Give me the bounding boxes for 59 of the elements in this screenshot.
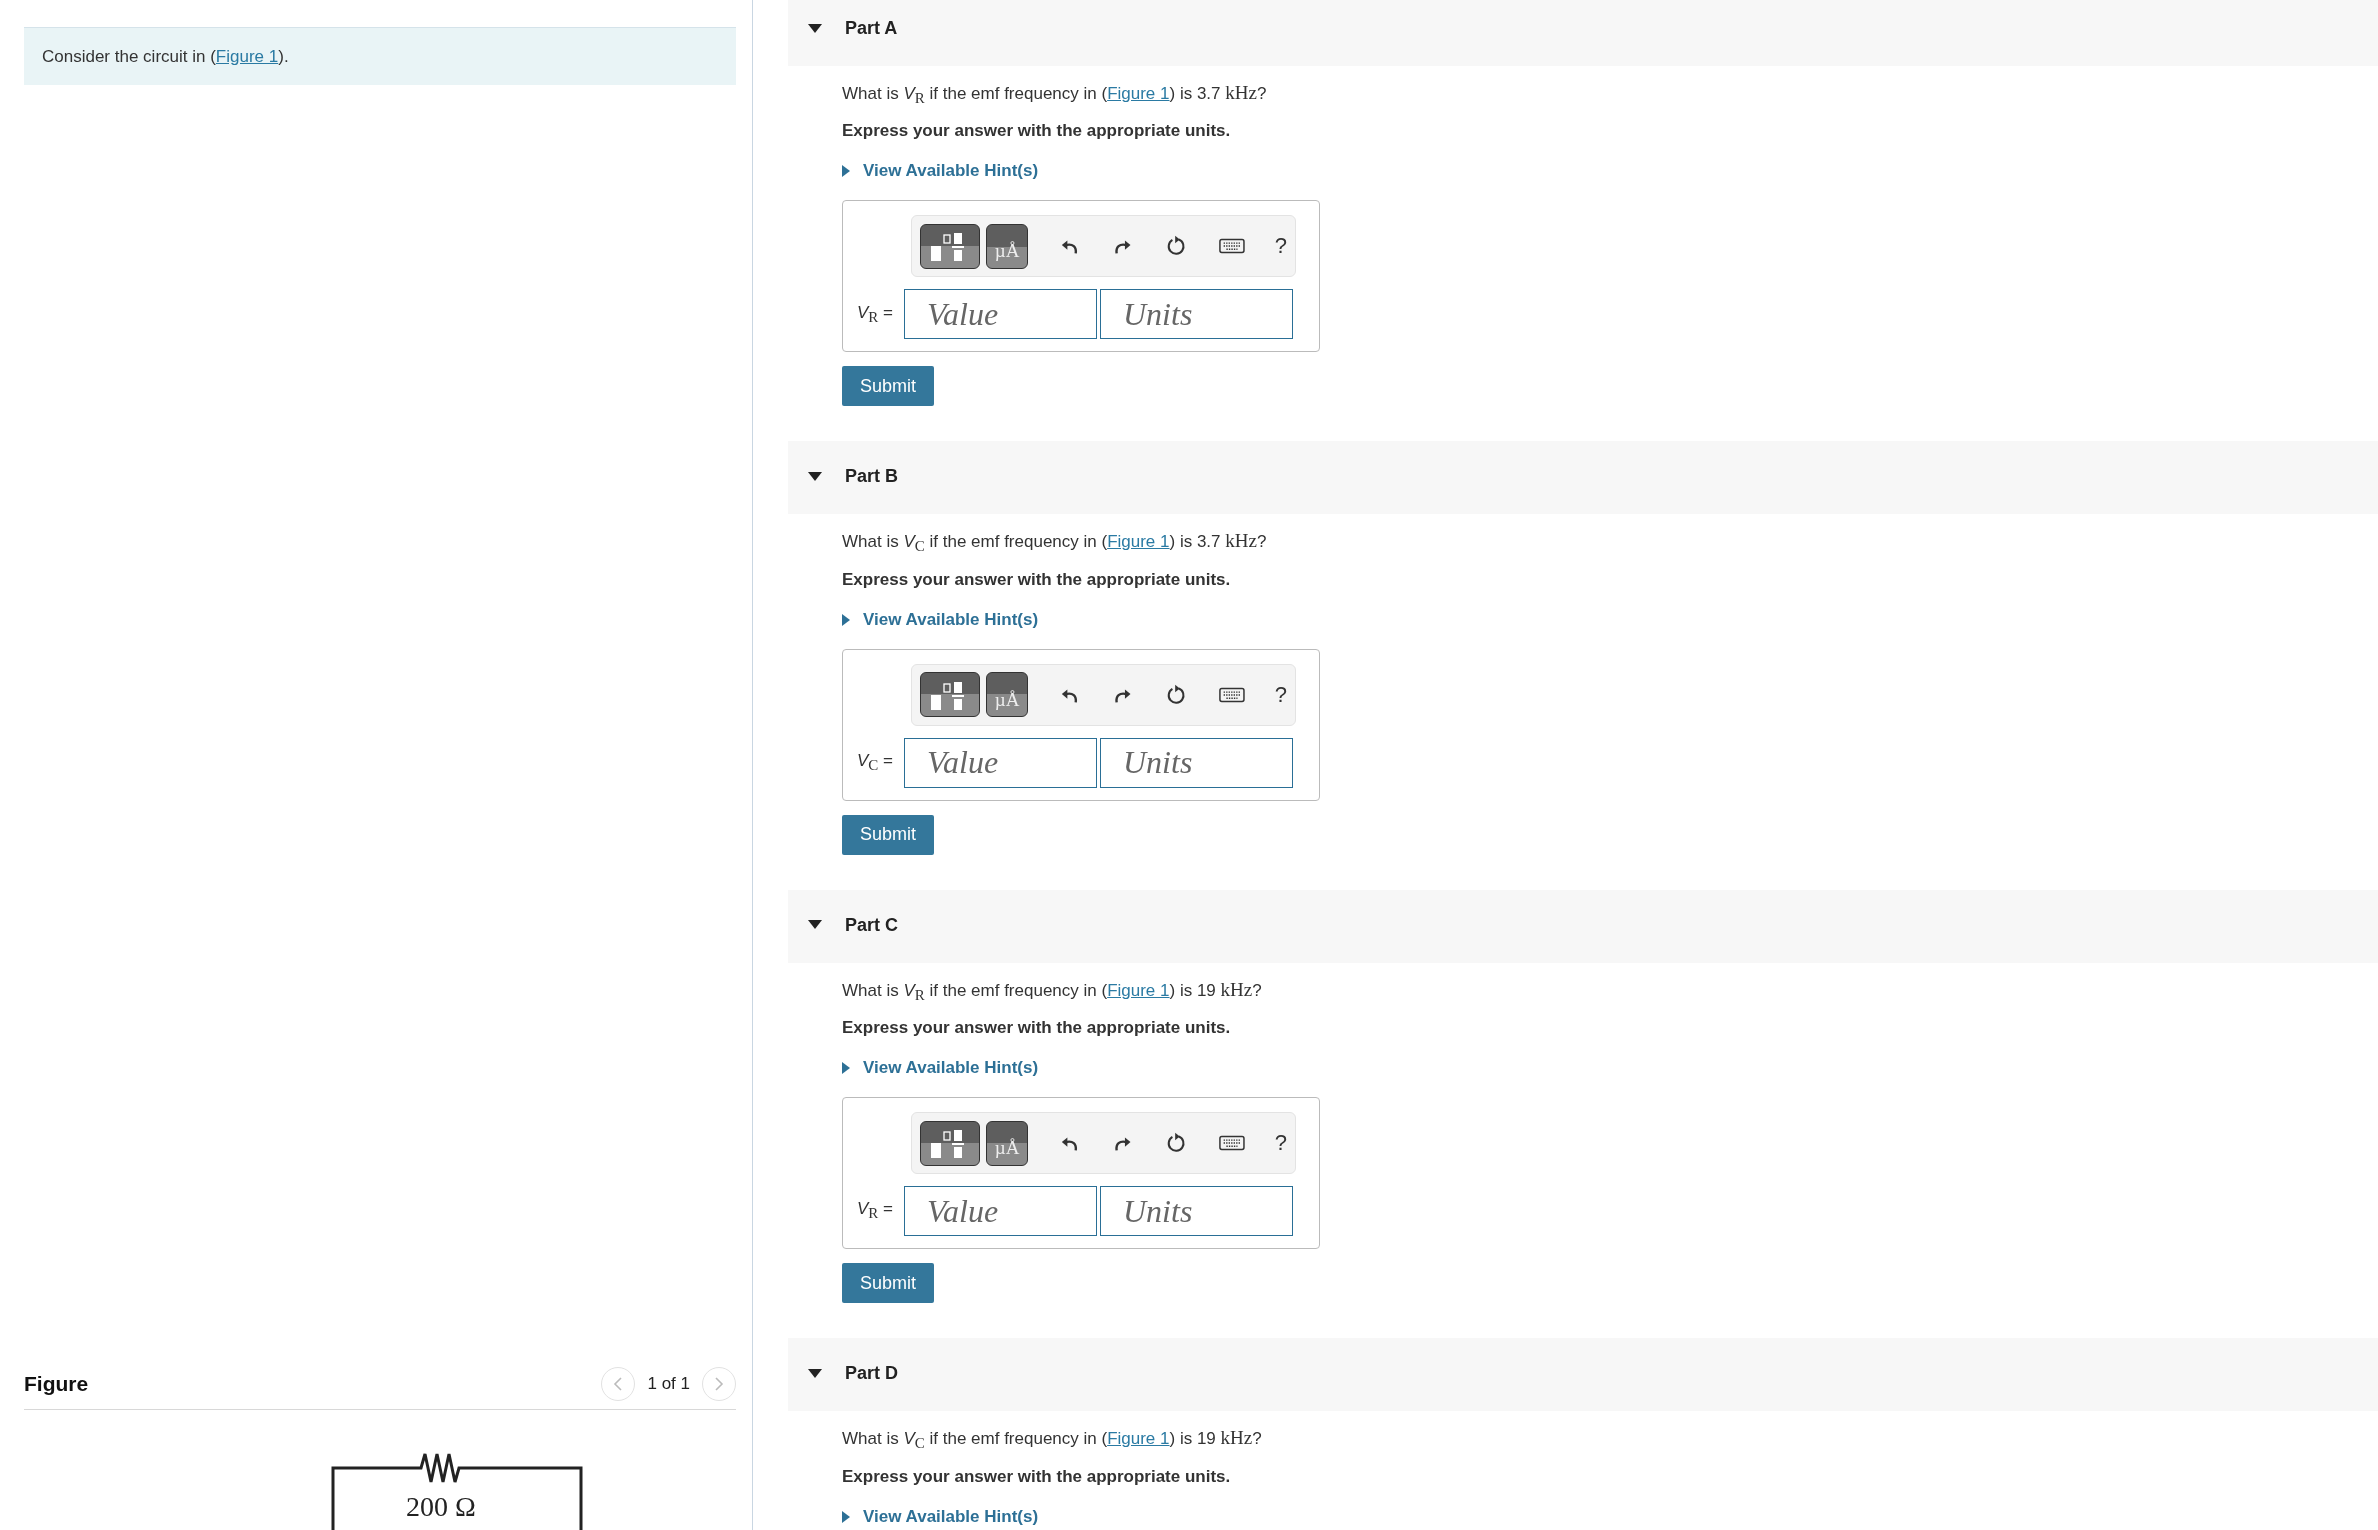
- question-text: What is V$_{R}$ if the emf frequency in (Figure 1) is 3.7 kHz?: [842, 81, 1268, 109]
- chevron-right-icon: [714, 1375, 724, 1392]
- triangle-icon: [842, 165, 850, 178]
- part-header[interactable]: Part B: [788, 441, 2378, 515]
- units-button[interactable]: µÅ: [986, 1120, 1028, 1166]
- chevron-left-icon: [613, 1375, 624, 1392]
- units-field[interactable]: Units: [1100, 1186, 1293, 1237]
- part-title: Part B: [845, 466, 898, 488]
- triangle-icon: [842, 1062, 850, 1075]
- page-counter: 1 of 1: [647, 1373, 690, 1394]
- figure-link[interactable]: Figure 1: [1107, 980, 1170, 1000]
- submit-button[interactable]: Submit: [842, 1263, 934, 1304]
- figure-link[interactable]: Figure 1: [1107, 84, 1170, 103]
- answer-label: V$_{R}$ =: [857, 1199, 894, 1223]
- templates-button[interactable]: [920, 672, 981, 718]
- part-header[interactable]: Part C: [788, 889, 2378, 963]
- help-button[interactable]: ?: [1274, 233, 1287, 260]
- figure-title: Figure: [24, 1371, 89, 1396]
- part-header[interactable]: Part A: [788, 0, 2378, 66]
- keyboard-icon[interactable]: [1218, 685, 1245, 704]
- hint-toggle[interactable]: View Available Hint(s): [842, 159, 1039, 184]
- units-field[interactable]: Units: [1100, 737, 1293, 788]
- keyboard-icon[interactable]: [1218, 237, 1245, 256]
- submit-button[interactable]: Submit: [842, 814, 934, 855]
- triangle-icon: [842, 1510, 850, 1523]
- part-title: Part A: [845, 18, 898, 39]
- figure-link[interactable]: Figure 1: [1107, 1429, 1170, 1449]
- units-button[interactable]: µÅ: [986, 672, 1028, 718]
- answer-label: V$_{C}$ =: [857, 751, 894, 775]
- submit-button[interactable]: Submit: [842, 366, 934, 407]
- hint-toggle[interactable]: View Available Hint(s): [842, 1056, 1039, 1081]
- instruction-text: Express your answer with the appropriate units.: [842, 120, 1232, 143]
- keyboard-icon[interactable]: [1218, 1134, 1245, 1153]
- instruction-text: Express your answer with the appropriate units.: [842, 1465, 1232, 1488]
- instruction-text: Express your answer with the appropriate units.: [842, 1017, 1232, 1040]
- value-field[interactable]: Value: [904, 737, 1097, 788]
- resistor-label: 200 Ω: [406, 1491, 476, 1522]
- value-field[interactable]: Value: [904, 1186, 1097, 1237]
- part-title: Part C: [845, 914, 898, 936]
- hint-toggle[interactable]: View Available Hint(s): [842, 1504, 1039, 1529]
- help-button[interactable]: ?: [1274, 1130, 1287, 1157]
- intro-text: Consider the circuit in (Figure 1).: [42, 46, 289, 67]
- figure-link[interactable]: Figure 1: [1107, 532, 1170, 552]
- question-text: What is V$_{R}$ if the emf frequency in (Figure 1) is 19 kHz?: [842, 977, 1263, 1006]
- part-title: Part D: [845, 1363, 898, 1385]
- templates-button[interactable]: [920, 1120, 981, 1166]
- answer-label: V$_{R}$ =: [857, 302, 894, 327]
- units-button[interactable]: µÅ: [986, 223, 1028, 269]
- instruction-text: Express your answer with the appropriate units.: [842, 568, 1232, 591]
- part-header[interactable]: Part D: [788, 1338, 2378, 1412]
- figure-link[interactable]: Figure 1: [215, 46, 279, 66]
- help-button[interactable]: ?: [1274, 681, 1287, 708]
- question-text: What is V$_{C}$ if the emf frequency in (Figure 1) is 3.7 kHz?: [842, 529, 1268, 557]
- hint-toggle[interactable]: View Available Hint(s): [842, 607, 1039, 632]
- question-text: What is V$_{C}$ if the emf frequency in (Figure 1) is 19 kHz?: [842, 1426, 1263, 1454]
- value-field[interactable]: Value: [904, 289, 1097, 340]
- templates-button[interactable]: [920, 223, 981, 269]
- triangle-icon: [842, 613, 850, 626]
- units-field[interactable]: Units: [1100, 289, 1293, 340]
